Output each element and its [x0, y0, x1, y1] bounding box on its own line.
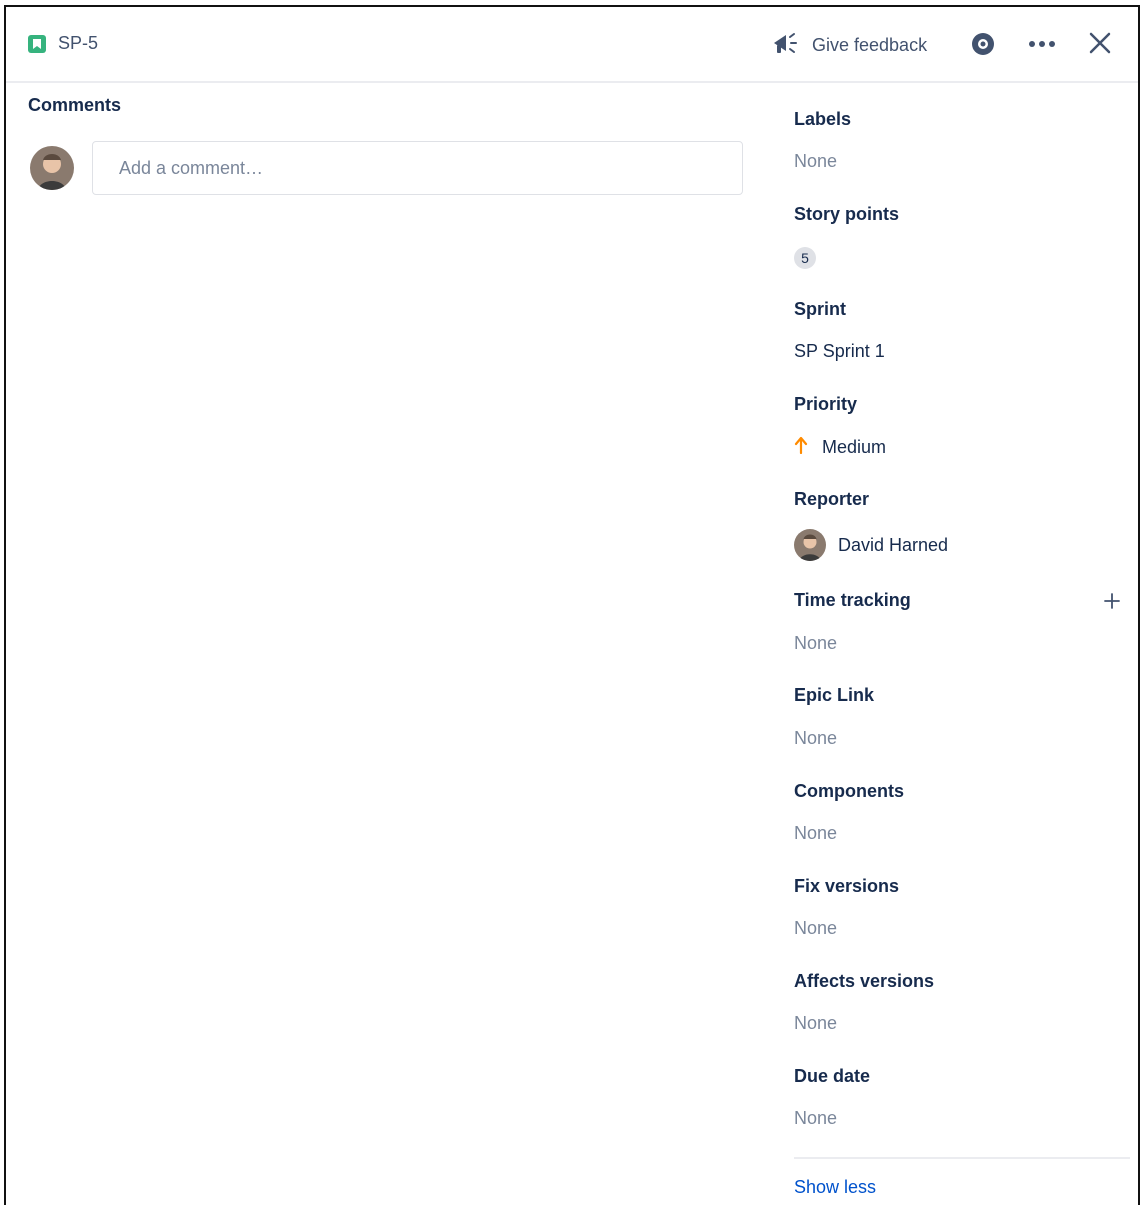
epic-link-label: Epic Link	[794, 685, 875, 705]
epic-link-value[interactable]: None	[794, 728, 837, 749]
comment-input[interactable]	[92, 141, 743, 195]
issue-key: SP-5	[58, 33, 99, 53]
priority-label: Priority	[794, 394, 858, 414]
issue-header: SP-5 Give feedback	[6, 7, 1138, 83]
labels-value[interactable]: None	[794, 151, 837, 172]
issue-detail-panel: SP-5 Give feedback Comments Add a commen…	[4, 5, 1140, 1205]
divider	[794, 1157, 1130, 1159]
due-date-value[interactable]: None	[794, 1108, 837, 1129]
time-tracking-label: Time tracking	[794, 590, 911, 610]
give-feedback-button[interactable]: Give feedback	[772, 31, 927, 60]
arrow-up-icon	[794, 436, 808, 459]
current-user-avatar	[30, 146, 74, 190]
story-icon	[28, 34, 46, 53]
sprint-label: Sprint	[794, 299, 846, 319]
affects-versions-label: Affects versions	[794, 971, 935, 991]
story-points-label: Story points	[794, 204, 900, 224]
priority-text: Medium	[822, 437, 887, 457]
due-date-label: Due date	[794, 1066, 871, 1086]
priority-value[interactable]: Medium	[794, 436, 886, 459]
components-value[interactable]: None	[794, 823, 837, 844]
story-points-badge: 5	[794, 247, 816, 269]
add-time-tracking-button[interactable]	[1100, 589, 1124, 613]
reporter-name: David Harned	[838, 534, 949, 555]
eye-icon[interactable]	[968, 31, 998, 57]
sprint-value[interactable]: SP Sprint 1	[794, 341, 885, 362]
reporter-value[interactable]: David Harned	[794, 529, 948, 561]
time-tracking-value[interactable]: None	[794, 633, 837, 654]
fix-versions-value[interactable]: None	[794, 918, 837, 939]
story-points-value[interactable]: 5	[794, 247, 816, 269]
close-icon[interactable]	[1086, 29, 1114, 57]
fix-versions-label: Fix versions	[794, 876, 900, 896]
comments-heading: Comments	[28, 95, 122, 115]
give-feedback-label: Give feedback	[812, 35, 928, 55]
avatar	[794, 529, 826, 561]
affects-versions-value[interactable]: None	[794, 1013, 837, 1034]
components-label: Components	[794, 781, 904, 801]
labels-label: Labels	[794, 109, 852, 129]
plus-icon	[1104, 593, 1120, 609]
megaphone-icon	[772, 31, 800, 60]
show-less-link[interactable]: Show less	[794, 1177, 876, 1198]
issue-key-link[interactable]: SP-5	[28, 33, 98, 54]
more-icon[interactable]	[1026, 31, 1058, 57]
reporter-label: Reporter	[794, 489, 870, 509]
